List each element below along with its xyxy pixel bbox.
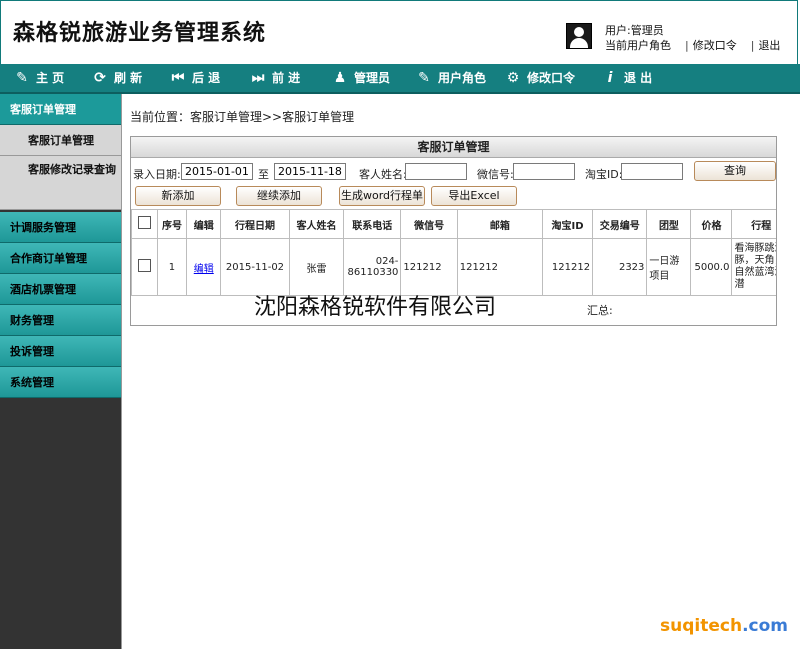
select-all-checkbox[interactable] bbox=[137, 216, 151, 229]
app-title: 森格锐旅游业务管理系统 bbox=[13, 21, 267, 46]
orders-table: 序号 编辑 行程日期 客人姓名 联系电话 微信号 邮箱 淘宝ID 交易编号 团型… bbox=[131, 209, 776, 296]
sidebar-item-system[interactable]: 系统管理 bbox=[0, 367, 121, 398]
panel-title: 客服订单管理 bbox=[131, 137, 776, 158]
cell-phone: 024-86110330 bbox=[343, 238, 402, 296]
taobao-input[interactable] bbox=[621, 163, 683, 180]
app-header: 森格锐旅游业务管理系统 用户:管理员 当前用户角色 | 修改口令 | 退出 bbox=[0, 0, 798, 64]
sidebar-item-customer-orders[interactable]: 客服订单管理 bbox=[0, 94, 121, 125]
summary-label: 汇总: bbox=[587, 304, 613, 317]
main-content: 当前位置：客服订单管理>>客服订单管理 客服订单管理 录入日期: 至 客人姓名:… bbox=[121, 94, 800, 649]
cell-email: 121212 bbox=[456, 238, 543, 296]
sidebar-item-partner-orders[interactable]: 合作商订单管理 bbox=[0, 243, 121, 274]
breadcrumb: 当前位置：客服订单管理>>客服订单管理 bbox=[130, 110, 355, 124]
col-taobao[interactable]: 淘宝ID bbox=[541, 209, 594, 239]
user-icon: ♟ bbox=[333, 70, 347, 86]
cell-date: 2015-11-02 bbox=[220, 238, 290, 296]
toolbar-logout-button[interactable]: i退 出 bbox=[602, 64, 653, 92]
toolbar-back-button[interactable]: ⏮ 后 退 bbox=[170, 64, 221, 92]
sidebar: 客服订单管理 客服订单管理 客服修改记录查询 计调服务管理 合作商订单管理 酒店… bbox=[0, 94, 121, 649]
edit-link[interactable]: 编辑 bbox=[186, 238, 222, 296]
toolbar-user-role-button[interactable]: ✎ 用户角色 bbox=[416, 64, 486, 92]
info-icon: i bbox=[607, 70, 613, 86]
toolbar-forward-button[interactable]: ⏭ 前 进 bbox=[250, 64, 301, 92]
brand-part2: .com bbox=[742, 616, 788, 636]
back-icon: ⏮ bbox=[171, 70, 185, 86]
change-password-link[interactable]: 修改口令 bbox=[693, 39, 737, 52]
date-label: 录入日期: bbox=[133, 168, 181, 181]
brand-logo: suqitech.com bbox=[660, 616, 788, 636]
col-name[interactable]: 客人姓名 bbox=[288, 209, 345, 239]
wechat-label: 微信号: bbox=[477, 168, 514, 181]
toolbar-change-password-button[interactable]: ⚙ 修改口令 bbox=[505, 64, 575, 92]
generate-word-button[interactable]: 生成word行程单 bbox=[339, 186, 425, 206]
refresh-icon: ⟳ bbox=[94, 70, 106, 86]
sidebar-item-hotel-tickets[interactable]: 酒店机票管理 bbox=[0, 274, 121, 305]
taobao-label: 淘宝ID: bbox=[585, 168, 623, 181]
toolbar-home-button[interactable]: ✎ 主 页 bbox=[14, 64, 64, 92]
col-phone[interactable]: 联系电话 bbox=[343, 209, 402, 239]
col-group[interactable]: 团型 bbox=[646, 209, 692, 239]
date-from-input[interactable] bbox=[181, 163, 253, 180]
col-trip[interactable]: 行程 bbox=[731, 209, 776, 239]
toolbar-refresh-button[interactable]: ⟳ 刷 新 bbox=[92, 64, 142, 92]
guest-name-label: 客人姓名: bbox=[359, 168, 407, 181]
export-excel-button[interactable]: 导出Excel bbox=[431, 186, 517, 206]
new-add-button[interactable]: 新添加 bbox=[135, 186, 221, 206]
cell-seq: 1 bbox=[156, 238, 188, 296]
wechat-input[interactable] bbox=[513, 163, 575, 180]
company-watermark: 沈阳森格锐软件有限公司 bbox=[254, 295, 497, 320]
brand-part1: suqitech bbox=[660, 616, 743, 636]
col-seq[interactable]: 序号 bbox=[156, 209, 188, 239]
user-info: 用户:管理员 当前用户角色 | 修改口令 | 退出 bbox=[605, 23, 784, 53]
table-header-row: 序号 编辑 行程日期 客人姓名 联系电话 微信号 邮箱 淘宝ID 交易编号 团型… bbox=[131, 209, 776, 239]
table-row[interactable]: 1 编辑 2015-11-02 张雷 024-86110330 121212 1… bbox=[131, 238, 776, 296]
sidebar-subitem-customer-orders[interactable]: 客服订单管理 bbox=[0, 125, 121, 156]
to-label: 至 bbox=[258, 168, 269, 181]
current-role-link[interactable]: 当前用户角色 bbox=[605, 39, 671, 52]
guest-name-input[interactable] bbox=[405, 163, 467, 180]
col-price[interactable]: 价格 bbox=[690, 209, 733, 239]
col-trade[interactable]: 交易编号 bbox=[592, 209, 648, 239]
cell-price: 5000.0 bbox=[690, 238, 733, 296]
continue-add-button[interactable]: 继续添加 bbox=[236, 186, 322, 206]
query-button[interactable]: 查询 bbox=[694, 161, 776, 181]
cell-trade: 2323 bbox=[592, 238, 648, 296]
cell-wechat: 121212 bbox=[400, 238, 458, 296]
col-date[interactable]: 行程日期 bbox=[220, 209, 290, 239]
forward-icon: ⏭ bbox=[251, 70, 265, 86]
edit-icon: ✎ bbox=[16, 70, 28, 86]
user-avatar-icon bbox=[566, 23, 592, 49]
sidebar-item-complaints[interactable]: 投诉管理 bbox=[0, 336, 121, 367]
row-select-cell bbox=[131, 238, 158, 296]
cell-taobao: 121212 bbox=[541, 238, 594, 296]
cell-name: 张雷 bbox=[288, 238, 345, 296]
cell-trip: 看海豚跳海豚，天角，自然蓝湾浮潜 bbox=[731, 238, 776, 296]
col-wechat[interactable]: 微信号 bbox=[400, 209, 458, 239]
edit-icon: ✎ bbox=[418, 70, 430, 86]
gear-icon: ⚙ bbox=[506, 70, 520, 86]
sidebar-item-dispatch[interactable]: 计调服务管理 bbox=[0, 212, 121, 243]
toolbar-admin-button[interactable]: ♟ 管理员 bbox=[332, 64, 390, 92]
row-checkbox[interactable] bbox=[137, 259, 151, 272]
sidebar-subitem-modify-records[interactable]: 客服修改记录查询 bbox=[0, 156, 121, 210]
sidebar-item-finance[interactable]: 财务管理 bbox=[0, 305, 121, 336]
search-row: 录入日期: 至 客人姓名: 微信号: 淘宝ID: 查询 bbox=[131, 161, 776, 185]
date-to-input[interactable] bbox=[274, 163, 346, 180]
col-edit[interactable]: 编辑 bbox=[186, 209, 222, 239]
user-label: 用户:管理员 bbox=[605, 24, 664, 37]
select-all-header bbox=[131, 209, 158, 239]
toolbar: ✎ 主 页 ⟳ 刷 新 ⏮ 后 退 ⏭ 前 进 ♟ 管理员 ✎ 用户角色 ⚙ 修改口令 i退 … bbox=[0, 64, 800, 94]
cell-group: 一日游项目 bbox=[646, 238, 692, 296]
logout-link[interactable]: 退出 bbox=[758, 39, 780, 52]
col-email[interactable]: 邮箱 bbox=[456, 209, 543, 239]
